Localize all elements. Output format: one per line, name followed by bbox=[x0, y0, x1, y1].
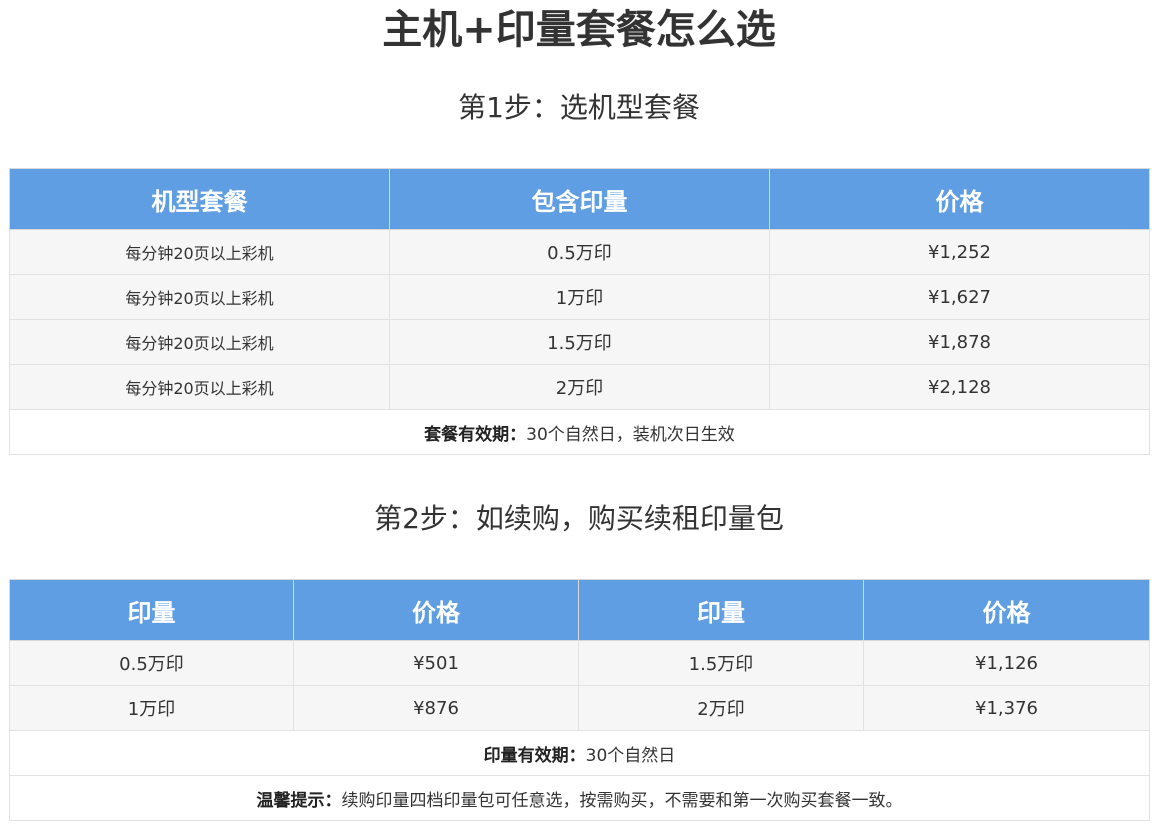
price-cell: ¥1,126 bbox=[863, 640, 1150, 686]
prints-cell: 2万印 bbox=[389, 364, 770, 410]
price-cell: ¥2,128 bbox=[769, 364, 1150, 410]
model-cell: 每分钟20页以上彩机 bbox=[9, 319, 390, 365]
tip-note-text: 续购印量四档印量包可任意选，按需购买，不需要和第一次购买套餐一致。 bbox=[341, 790, 903, 811]
table-header-row: 机型套餐 包含印量 价格 bbox=[9, 168, 1150, 230]
column-header-price: 价格 bbox=[293, 579, 579, 641]
validity-note: 套餐有效期：30个自然日，装机次日生效 bbox=[9, 409, 1150, 455]
price-cell: ¥1,878 bbox=[769, 319, 1150, 365]
table-row: 1万印 ¥876 2万印 ¥1,376 bbox=[9, 685, 1150, 731]
validity-note-label: 套餐有效期： bbox=[424, 424, 527, 445]
prints-cell: 1万印 bbox=[9, 685, 294, 731]
tip-note: 温馨提示：续购印量四档印量包可任意选，按需购买，不需要和第一次购买套餐一致。 bbox=[9, 775, 1150, 821]
plan-table: 机型套餐 包含印量 价格 每分钟20页以上彩机 0.5万印 ¥1,252 每分钟… bbox=[9, 168, 1150, 455]
prints-cell: 1万印 bbox=[389, 274, 770, 320]
tip-note-row: 温馨提示：续购印量四档印量包可任意选，按需购买，不需要和第一次购买套餐一致。 bbox=[9, 775, 1150, 821]
validity-note-text: 30个自然日 bbox=[585, 745, 676, 766]
table-header-row: 印量 价格 印量 价格 bbox=[9, 579, 1150, 641]
validity-note-row: 印量有效期：30个自然日 bbox=[9, 730, 1150, 776]
validity-note: 印量有效期：30个自然日 bbox=[9, 730, 1150, 776]
column-header-model-plan: 机型套餐 bbox=[9, 168, 390, 230]
table-row: 每分钟20页以上彩机 0.5万印 ¥1,252 bbox=[9, 229, 1150, 275]
column-header-price: 价格 bbox=[769, 168, 1150, 230]
column-header-prints: 印量 bbox=[578, 579, 864, 641]
table-row: 每分钟20页以上彩机 2万印 ¥2,128 bbox=[9, 364, 1150, 410]
column-header-included-prints: 包含印量 bbox=[389, 168, 770, 230]
page-title: 主机+印量套餐怎么选 bbox=[382, 7, 776, 53]
step2-heading: 第2步：如续购，购买续租印量包 bbox=[374, 502, 784, 535]
prints-cell: 0.5万印 bbox=[9, 640, 294, 686]
column-header-price: 价格 bbox=[863, 579, 1150, 641]
validity-note-text: 30个自然日，装机次日生效 bbox=[526, 424, 735, 445]
prints-cell: 0.5万印 bbox=[389, 229, 770, 275]
price-cell: ¥876 bbox=[293, 685, 579, 731]
table-row: 0.5万印 ¥501 1.5万印 ¥1,126 bbox=[9, 640, 1150, 686]
step1-heading: 第1步：选机型套餐 bbox=[458, 91, 700, 124]
price-cell: ¥501 bbox=[293, 640, 579, 686]
prints-cell: 1.5万印 bbox=[389, 319, 770, 365]
price-cell: ¥1,627 bbox=[769, 274, 1150, 320]
model-cell: 每分钟20页以上彩机 bbox=[9, 274, 390, 320]
prints-cell: 2万印 bbox=[578, 685, 864, 731]
price-cell: ¥1,376 bbox=[863, 685, 1150, 731]
model-cell: 每分钟20页以上彩机 bbox=[9, 364, 390, 410]
tip-note-label: 温馨提示： bbox=[256, 790, 342, 811]
model-cell: 每分钟20页以上彩机 bbox=[9, 229, 390, 275]
prints-cell: 1.5万印 bbox=[578, 640, 864, 686]
validity-note-row: 套餐有效期：30个自然日，装机次日生效 bbox=[9, 409, 1150, 455]
price-cell: ¥1,252 bbox=[769, 229, 1150, 275]
table-row: 每分钟20页以上彩机 1万印 ¥1,627 bbox=[9, 274, 1150, 320]
renewal-table: 印量 价格 印量 价格 0.5万印 ¥501 1.5万印 ¥1,126 1万印 … bbox=[9, 579, 1150, 821]
validity-note-label: 印量有效期： bbox=[483, 745, 586, 766]
table-row: 每分钟20页以上彩机 1.5万印 ¥1,878 bbox=[9, 319, 1150, 365]
column-header-prints: 印量 bbox=[9, 579, 294, 641]
